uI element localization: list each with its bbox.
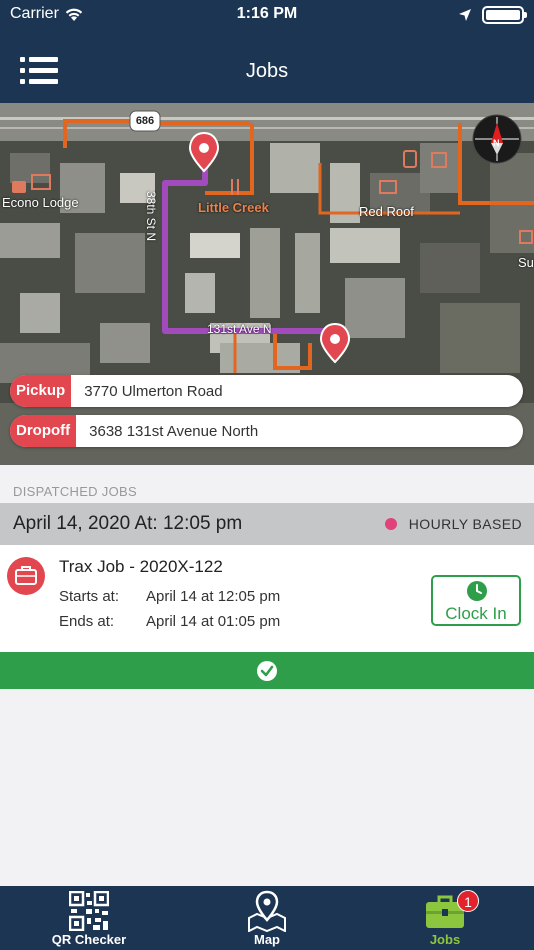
- dropoff-address: 3638 131st Avenue North: [89, 422, 259, 440]
- satellite-map: [0, 103, 534, 465]
- map-pin-icon: [248, 890, 286, 932]
- job-date: April 14, 2020 At: 12:05 pm: [13, 513, 243, 534]
- map-label-econo-lodge: Econo Lodge: [2, 195, 79, 210]
- job-card[interactable]: Trax Job - 2020X-122 Starts at: April 14…: [0, 545, 534, 652]
- clock-in-label: Clock In: [445, 604, 507, 623]
- job-title: Trax Job - 2020X-122: [59, 557, 223, 576]
- clock-in-button[interactable]: Clock In: [431, 575, 521, 626]
- job-type-dot: [384, 518, 397, 530]
- map-road-shield-label: 686: [135, 115, 155, 127]
- dropoff-badge: Dropoff: [10, 415, 77, 447]
- pickup-address: 3770 Ulmerton Road: [84, 382, 223, 400]
- tab-jobs[interactable]: 1 Jobs: [356, 886, 534, 950]
- page-title: Jobs: [245, 60, 289, 82]
- section-label-dispatched: DISPATCHED JOBS: [13, 484, 137, 499]
- pickup-badge: Pickup: [10, 375, 72, 407]
- check-circle-icon: [257, 661, 277, 681]
- compass-n-label: N: [493, 138, 500, 148]
- job-type-label: HOURLY BASED: [408, 516, 522, 532]
- map-label-little-creek: Little Creek: [198, 200, 269, 215]
- status-bar: Carrier 1:16 PM: [0, 0, 534, 40]
- ends-value: April 14 at 01:05 pm: [146, 613, 281, 630]
- tab-label-jobs: Jobs: [429, 932, 461, 947]
- battery-icon: [482, 6, 527, 24]
- tab-bar: QR Checker Map 1 Jobs: [0, 886, 534, 950]
- tab-label-map: Map: [254, 932, 280, 947]
- status-time: 1:16 PM: [236, 5, 298, 22]
- pickup-field[interactable]: Pickup 3770 Ulmerton Road: [10, 375, 523, 407]
- map-label-edge: Su: [518, 255, 534, 270]
- jobs-notification-badge: 1: [457, 890, 479, 912]
- location-arrow-icon: [459, 9, 471, 21]
- ends-label: Ends at:: [59, 613, 115, 630]
- starts-label: Starts at:: [59, 588, 120, 605]
- map-label-street-horizontal: 131st Ave N: [207, 322, 272, 336]
- briefcase-icon: [7, 557, 45, 595]
- qr-code-icon: [69, 891, 109, 931]
- starts-value: April 14 at 12:05 pm: [146, 588, 281, 605]
- tab-label-qr-checker: QR Checker: [51, 932, 127, 947]
- route-map[interactable]: 686 Econo Lodge Little Creek Red Roof 38…: [0, 103, 534, 465]
- tab-map[interactable]: Map: [178, 886, 356, 950]
- nav-bar: Jobs: [0, 40, 534, 103]
- map-label-red-roof: Red Roof: [359, 204, 414, 219]
- confirm-bar[interactable]: [0, 652, 534, 689]
- tab-qr-checker[interactable]: QR Checker: [0, 886, 178, 950]
- map-label-street-vertical: 38th St N: [144, 190, 159, 242]
- clock-icon: [467, 581, 487, 601]
- job-date-header: April 14, 2020 At: 12:05 pm HOURLY BASED: [0, 503, 534, 545]
- dropoff-field[interactable]: Dropoff 3638 131st Avenue North: [10, 415, 523, 447]
